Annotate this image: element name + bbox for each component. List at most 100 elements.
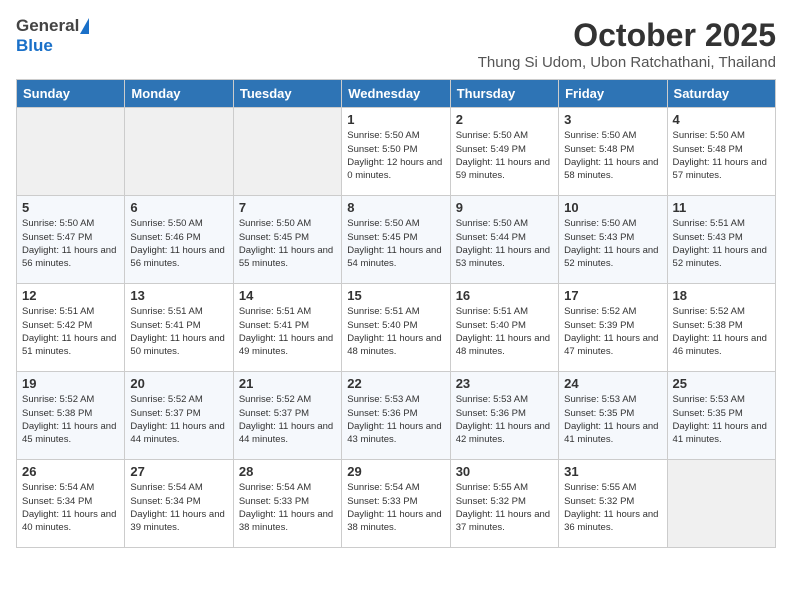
calendar-cell: 28Sunrise: 5:54 AM Sunset: 5:33 PM Dayli… <box>233 460 341 548</box>
calendar-cell: 11Sunrise: 5:51 AM Sunset: 5:43 PM Dayli… <box>667 196 775 284</box>
day-info: Sunrise: 5:51 AM Sunset: 5:40 PM Dayligh… <box>456 305 553 358</box>
calendar-cell: 10 Sunrise: 5:50 AM Sunset: 5:43 PM Dayli… <box>559 196 667 284</box>
header-thursday: Thursday <box>450 80 558 108</box>
day-info: Sunrise: 5:52 AM Sunset: 5:37 PM Dayligh… <box>239 393 336 446</box>
day-info: Sunrise: 5:52 AM Sunset: 5:38 PM Dayligh… <box>22 393 119 446</box>
calendar-cell: 12 Sunrise: 5:51 AM Sunset: 5:42 PM Dayli… <box>17 284 125 372</box>
logo-general: General <box>16 16 79 36</box>
day-info: Sunrise: 5:51 AM Sunset: 5:41 PM Dayligh… <box>130 305 227 358</box>
month-year-title: October 2025 <box>478 16 776 54</box>
header-sunday: Sunday <box>17 80 125 108</box>
day-info: Sunrise: 5:51 AM Sunset: 5:41 PM Dayligh… <box>239 305 336 358</box>
day-number: 24 <box>564 376 661 391</box>
day-number: 7 <box>239 200 336 215</box>
calendar-week-row: 19Sunrise: 5:52 AM Sunset: 5:38 PM Dayli… <box>17 372 776 460</box>
day-number: 5 <box>22 200 119 215</box>
day-number: 16 <box>456 288 553 303</box>
day-info: Sunrise: 5:54 AM Sunset: 5:33 PM Dayligh… <box>347 481 444 534</box>
calendar-cell: 20Sunrise: 5:52 AM Sunset: 5:37 PM Dayli… <box>125 372 233 460</box>
day-info: Sunrise: 5:51 AM Sunset: 5:43 PM Dayligh… <box>673 217 770 270</box>
day-number: 18 <box>673 288 770 303</box>
day-number: 9 <box>456 200 553 215</box>
calendar-cell: 4 Sunrise: 5:50 AM Sunset: 5:48 PM Daylig… <box>667 108 775 196</box>
day-number: 12 <box>22 288 119 303</box>
calendar-week-row: 12 Sunrise: 5:51 AM Sunset: 5:42 PM Dayli… <box>17 284 776 372</box>
day-number: 13 <box>130 288 227 303</box>
calendar-cell: 6 Sunrise: 5:50 AM Sunset: 5:46 PM Daylig… <box>125 196 233 284</box>
calendar-cell: 17Sunrise: 5:52 AM Sunset: 5:39 PM Dayli… <box>559 284 667 372</box>
calendar-week-row: 26Sunrise: 5:54 AM Sunset: 5:34 PM Dayli… <box>17 460 776 548</box>
calendar-cell: 18 Sunrise: 5:52 AM Sunset: 5:38 PM Dayli… <box>667 284 775 372</box>
day-number: 10 <box>564 200 661 215</box>
day-number: 31 <box>564 464 661 479</box>
title-area: October 2025 Thung Si Udom, Ubon Ratchat… <box>478 16 776 71</box>
day-number: 3 <box>564 112 661 127</box>
day-number: 8 <box>347 200 444 215</box>
day-info: Sunrise: 5:55 AM Sunset: 5:32 PM Dayligh… <box>564 481 661 534</box>
day-info: Sunrise: 5:53 AM Sunset: 5:35 PM Dayligh… <box>564 393 661 446</box>
calendar-cell: 8 Sunrise: 5:50 AM Sunset: 5:45 PM Daylig… <box>342 196 450 284</box>
calendar-week-row: 5Sunrise: 5:50 AM Sunset: 5:47 PM Daylig… <box>17 196 776 284</box>
day-info: Sunrise: 5:50 AM Sunset: 5:49 PM Dayligh… <box>456 129 553 182</box>
calendar-week-row: 1 Sunrise: 5:50 AM Sunset: 5:50 PM Daylig… <box>17 108 776 196</box>
calendar-cell: 27 Sunrise: 5:54 AM Sunset: 5:34 PM Dayli… <box>125 460 233 548</box>
header-friday: Friday <box>559 80 667 108</box>
calendar-cell <box>233 108 341 196</box>
day-number: 21 <box>239 376 336 391</box>
calendar-cell: 31 Sunrise: 5:55 AM Sunset: 5:32 PM Dayli… <box>559 460 667 548</box>
day-number: 4 <box>673 112 770 127</box>
day-info: Sunrise: 5:50 AM Sunset: 5:46 PM Dayligh… <box>130 217 227 270</box>
calendar-cell: 1 Sunrise: 5:50 AM Sunset: 5:50 PM Daylig… <box>342 108 450 196</box>
day-number: 6 <box>130 200 227 215</box>
day-number: 2 <box>456 112 553 127</box>
day-info: Sunrise: 5:50 AM Sunset: 5:50 PM Dayligh… <box>347 129 444 182</box>
day-number: 29 <box>347 464 444 479</box>
day-info: Sunrise: 5:50 AM Sunset: 5:43 PM Dayligh… <box>564 217 661 270</box>
logo-blue: Blue <box>16 36 53 56</box>
header-saturday: Saturday <box>667 80 775 108</box>
calendar-cell: 3 Sunrise: 5:50 AM Sunset: 5:48 PM Daylig… <box>559 108 667 196</box>
calendar-cell: 21 Sunrise: 5:52 AM Sunset: 5:37 PM Dayli… <box>233 372 341 460</box>
day-number: 14 <box>239 288 336 303</box>
calendar-cell: 29 Sunrise: 5:54 AM Sunset: 5:33 PM Dayli… <box>342 460 450 548</box>
calendar-cell: 2 Sunrise: 5:50 AM Sunset: 5:49 PM Daylig… <box>450 108 558 196</box>
day-info: Sunrise: 5:51 AM Sunset: 5:42 PM Dayligh… <box>22 305 119 358</box>
day-info: Sunrise: 5:50 AM Sunset: 5:45 PM Dayligh… <box>239 217 336 270</box>
day-number: 22 <box>347 376 444 391</box>
location-subtitle: Thung Si Udom, Ubon Ratchathani, Thailan… <box>478 54 776 71</box>
day-info: Sunrise: 5:54 AM Sunset: 5:34 PM Dayligh… <box>22 481 119 534</box>
day-info: Sunrise: 5:52 AM Sunset: 5:38 PM Dayligh… <box>673 305 770 358</box>
header-monday: Monday <box>125 80 233 108</box>
header-wednesday: Wednesday <box>342 80 450 108</box>
day-info: Sunrise: 5:54 AM Sunset: 5:34 PM Dayligh… <box>130 481 227 534</box>
calendar-table: SundayMondayTuesdayWednesdayThursdayFrid… <box>16 79 776 548</box>
day-number: 20 <box>130 376 227 391</box>
calendar-cell: 19Sunrise: 5:52 AM Sunset: 5:38 PM Dayli… <box>17 372 125 460</box>
calendar-cell: 15Sunrise: 5:51 AM Sunset: 5:40 PM Dayli… <box>342 284 450 372</box>
day-number: 27 <box>130 464 227 479</box>
day-info: Sunrise: 5:50 AM Sunset: 5:44 PM Dayligh… <box>456 217 553 270</box>
day-info: Sunrise: 5:53 AM Sunset: 5:35 PM Dayligh… <box>673 393 770 446</box>
header-tuesday: Tuesday <box>233 80 341 108</box>
calendar-cell: 22 Sunrise: 5:53 AM Sunset: 5:36 PM Dayli… <box>342 372 450 460</box>
calendar-cell: 5Sunrise: 5:50 AM Sunset: 5:47 PM Daylig… <box>17 196 125 284</box>
day-info: Sunrise: 5:50 AM Sunset: 5:45 PM Dayligh… <box>347 217 444 270</box>
calendar-cell: 26Sunrise: 5:54 AM Sunset: 5:34 PM Dayli… <box>17 460 125 548</box>
day-number: 25 <box>673 376 770 391</box>
calendar-cell: 24 Sunrise: 5:53 AM Sunset: 5:35 PM Dayli… <box>559 372 667 460</box>
day-info: Sunrise: 5:55 AM Sunset: 5:32 PM Dayligh… <box>456 481 553 534</box>
calendar-cell: 23Sunrise: 5:53 AM Sunset: 5:36 PM Dayli… <box>450 372 558 460</box>
calendar-header-row: SundayMondayTuesdayWednesdayThursdayFrid… <box>17 80 776 108</box>
day-number: 17 <box>564 288 661 303</box>
day-info: Sunrise: 5:51 AM Sunset: 5:40 PM Dayligh… <box>347 305 444 358</box>
page-header: General Blue October 2025 Thung Si Udom,… <box>16 16 776 71</box>
day-info: Sunrise: 5:53 AM Sunset: 5:36 PM Dayligh… <box>347 393 444 446</box>
day-info: Sunrise: 5:50 AM Sunset: 5:48 PM Dayligh… <box>564 129 661 182</box>
calendar-cell: 7 Sunrise: 5:50 AM Sunset: 5:45 PM Daylig… <box>233 196 341 284</box>
calendar-cell <box>667 460 775 548</box>
calendar-cell: 16 Sunrise: 5:51 AM Sunset: 5:40 PM Dayli… <box>450 284 558 372</box>
day-number: 1 <box>347 112 444 127</box>
day-info: Sunrise: 5:53 AM Sunset: 5:36 PM Dayligh… <box>456 393 553 446</box>
calendar-cell: 14 Sunrise: 5:51 AM Sunset: 5:41 PM Dayli… <box>233 284 341 372</box>
day-info: Sunrise: 5:50 AM Sunset: 5:48 PM Dayligh… <box>673 129 770 182</box>
